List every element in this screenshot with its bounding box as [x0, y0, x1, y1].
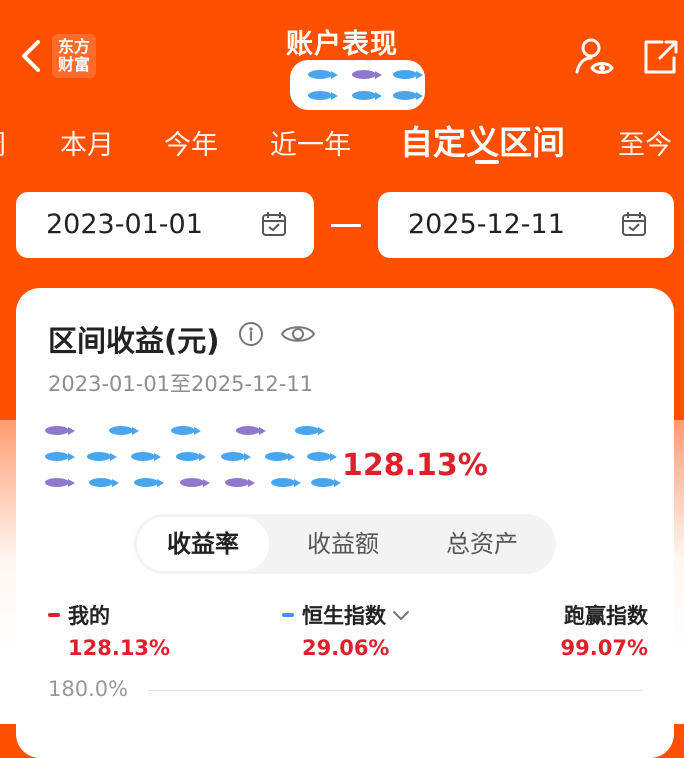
- tab-custom-range[interactable]: 自定义区间: [400, 116, 565, 164]
- fish-mask-icon: [131, 452, 161, 461]
- share-button[interactable]: [640, 34, 680, 78]
- fish-mask-icon: [109, 426, 139, 435]
- info-icon[interactable]: [238, 321, 264, 347]
- metric-segment-control: 收益率 收益额 总资产: [134, 514, 556, 574]
- segment-total-assets[interactable]: 总资产: [416, 514, 548, 574]
- fish-mask-icon: [295, 426, 325, 435]
- blue-series-marker: [282, 613, 294, 617]
- legend-hang-seng-value: 29.06%: [302, 636, 390, 660]
- fish-mask-icon: [393, 70, 423, 79]
- tab-this-month[interactable]: 本月: [60, 123, 114, 162]
- calendar-icon: [262, 212, 286, 236]
- fish-mask-icon: [45, 426, 75, 435]
- user-eye-icon: [575, 38, 614, 74]
- interval-return-card: 区间收益(元) 2023-01-01至2025-12-11 128.13% 收益…: [16, 288, 674, 758]
- card-title: 区间收益(元): [48, 324, 220, 358]
- privacy-user-button[interactable]: [572, 34, 614, 78]
- external-link-icon: [644, 40, 678, 74]
- fish-mask-icon: [89, 478, 119, 487]
- end-date-picker[interactable]: 2025-12-11: [378, 192, 674, 258]
- fish-mask-icon: [171, 426, 201, 435]
- return-percent: 128.13%: [342, 448, 488, 483]
- tab-this-year[interactable]: 今年: [164, 123, 218, 162]
- profit-amount-masked: [39, 420, 341, 502]
- date-range-separator: [331, 224, 361, 227]
- fish-mask-icon: [311, 478, 341, 487]
- fish-mask-icon: [271, 478, 301, 487]
- fish-mask-icon: [45, 452, 75, 461]
- fish-mask-icon: [180, 478, 210, 487]
- fish-mask-icon: [236, 426, 266, 435]
- fish-mask-icon: [307, 452, 337, 461]
- eye-icon[interactable]: [280, 320, 316, 348]
- tab-last-year[interactable]: 近一年: [270, 123, 351, 162]
- legend-hang-seng-label: 恒生指数: [302, 604, 386, 628]
- fish-mask-icon: [176, 452, 206, 461]
- fish-mask-icon: [87, 452, 117, 461]
- tab-to-date[interactable]: 至今: [618, 123, 672, 162]
- account-name-masked: [290, 60, 425, 110]
- calendar-icon: [622, 212, 646, 236]
- fish-mask-icon: [352, 70, 382, 79]
- fish-mask-icon: [221, 452, 251, 461]
- active-tab-indicator: [475, 160, 499, 164]
- chart-y-axis-top-label: 180.0%: [48, 677, 129, 701]
- fish-mask-icon: [134, 478, 164, 487]
- fish-mask-icon: [45, 478, 75, 487]
- legend-mine-label: 我的: [68, 604, 110, 628]
- chevron-down-icon: [393, 611, 409, 620]
- fish-mask-icon: [393, 91, 423, 100]
- legend-hang-seng[interactable]: 恒生指数 29.06%: [282, 600, 412, 660]
- period-tabs: 周 本月 今年 近一年 自定义区间 至今: [0, 116, 684, 170]
- fish-mask-icon: [265, 452, 295, 461]
- legend-beat-index-value: 99.07%: [560, 636, 648, 660]
- fish-mask-icon: [308, 91, 338, 100]
- tab-week[interactable]: 周: [0, 123, 7, 162]
- legend-mine: 我的 128.13%: [48, 600, 170, 660]
- legend-mine-value: 128.13%: [68, 636, 171, 660]
- range-text: 2023-01-01至2025-12-11: [48, 372, 314, 396]
- start-date-value: 2023-01-01: [46, 209, 203, 240]
- red-series-marker: [48, 613, 60, 617]
- chart-gridline: [148, 690, 642, 691]
- legend-beat-index-label: 跑赢指数: [564, 604, 648, 628]
- fish-mask-icon: [352, 91, 382, 100]
- segment-return-amount[interactable]: 收益额: [277, 514, 409, 574]
- fish-mask-icon: [308, 70, 338, 79]
- end-date-value: 2025-12-11: [408, 209, 565, 240]
- start-date-picker[interactable]: 2023-01-01: [16, 192, 314, 258]
- legend-beat-index: 跑赢指数 99.07%: [561, 600, 648, 660]
- fish-mask-icon: [225, 478, 255, 487]
- segment-return-rate[interactable]: 收益率: [137, 517, 269, 571]
